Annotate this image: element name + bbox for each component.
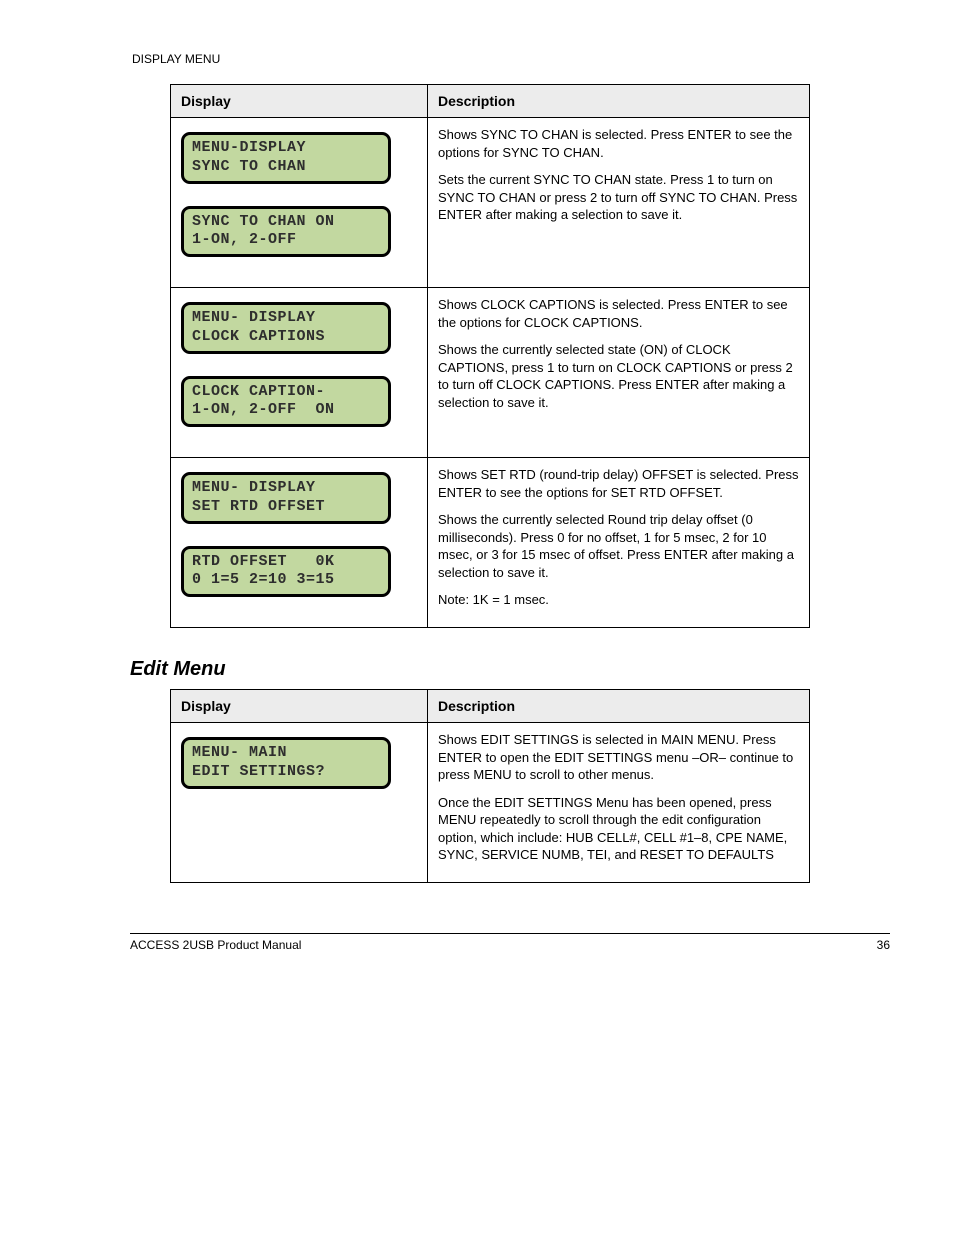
lcd-screen: MENU-DISPLAY SYNC TO CHAN xyxy=(181,132,391,184)
lcd-screen: CLOCK CAPTION- 1-ON, 2-OFF ON xyxy=(181,376,391,428)
lcd-screen: MENU- MAIN EDIT SETTINGS? xyxy=(181,737,391,789)
footer-manual-title: ACCESS 2USB Product Manual xyxy=(130,938,301,952)
page-footer: ACCESS 2USB Product Manual 36 xyxy=(130,938,890,952)
description-text: Sets the current SYNC TO CHAN state. Pre… xyxy=(438,171,799,224)
description-text: Note: 1K = 1 msec. xyxy=(438,591,799,609)
col-header-description: Description xyxy=(428,85,810,118)
table-row: MENU- DISPLAY SET RTD OFFSET RTD OFFSET … xyxy=(171,458,810,628)
footer-page-number: 36 xyxy=(877,938,890,952)
lcd-screen: SYNC TO CHAN ON 1-ON, 2-OFF xyxy=(181,206,391,258)
description-text: Once the EDIT SETTINGS Menu has been ope… xyxy=(438,794,799,864)
footer-divider xyxy=(130,933,890,934)
col-header-display: Display xyxy=(171,85,428,118)
description-text: Shows CLOCK CAPTIONS is selected. Press … xyxy=(438,296,799,331)
description-text: Shows the currently selected state (ON) … xyxy=(438,341,799,411)
lcd-screen: MENU- DISPLAY SET RTD OFFSET xyxy=(181,472,391,524)
table-row: MENU- DISPLAY CLOCK CAPTIONS CLOCK CAPTI… xyxy=(171,288,810,458)
running-head: DISPLAY MENU xyxy=(132,52,890,66)
description-text: Shows EDIT SETTINGS is selected in MAIN … xyxy=(438,731,799,784)
description-text: Shows the currently selected Round trip … xyxy=(438,511,799,581)
description-text: Shows SET RTD (round-trip delay) OFFSET … xyxy=(438,466,799,501)
description-text: Shows SYNC TO CHAN is selected. Press EN… xyxy=(438,126,799,161)
display-menu-table: Display Description MENU-DISPLAY SYNC TO… xyxy=(170,84,810,628)
lcd-screen: MENU- DISPLAY CLOCK CAPTIONS xyxy=(181,302,391,354)
table-row: MENU-DISPLAY SYNC TO CHAN SYNC TO CHAN O… xyxy=(171,118,810,288)
table-row: MENU- MAIN EDIT SETTINGS? Shows EDIT SET… xyxy=(171,723,810,883)
edit-menu-table: Display Description MENU- MAIN EDIT SETT… xyxy=(170,689,810,883)
lcd-screen: RTD OFFSET 0K 0 1=5 2=10 3=15 xyxy=(181,546,391,598)
col-header-display: Display xyxy=(171,690,428,723)
edit-menu-heading: Edit Menu xyxy=(130,658,890,681)
col-header-description: Description xyxy=(428,690,810,723)
